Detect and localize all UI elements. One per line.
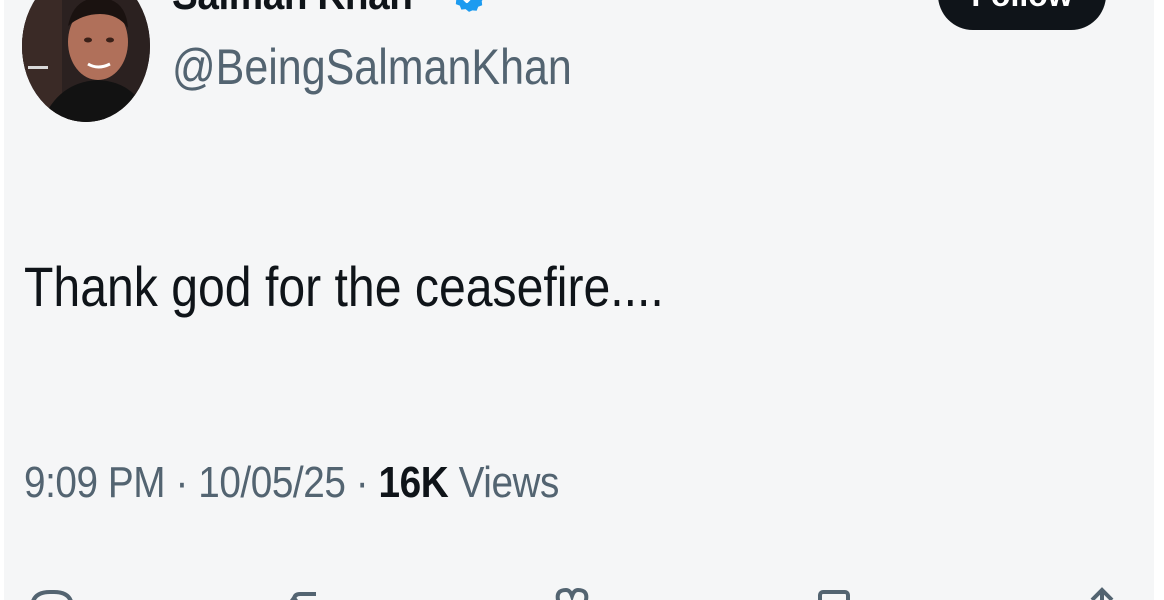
action-bar [0, 586, 1164, 600]
avatar[interactable] [22, 0, 150, 122]
follow-button[interactable]: Follow [938, 0, 1106, 30]
like-icon[interactable] [550, 586, 594, 600]
views-label: Views [458, 458, 560, 507]
tweet-time[interactable]: 9:09 PM [24, 458, 166, 507]
tweet-date[interactable]: 10/05/25 [198, 458, 346, 507]
share-icon[interactable] [1082, 586, 1122, 600]
right-edge [1154, 0, 1164, 600]
reply-icon[interactable] [28, 586, 76, 600]
retweet-icon[interactable] [286, 586, 330, 600]
bookmark-icon[interactable] [812, 586, 856, 600]
meta-separator: · [175, 458, 188, 507]
meta-separator: · [355, 458, 369, 507]
tweet-text: Thank god for the ceasefire.... [24, 255, 664, 318]
verified-badge-icon [455, 0, 483, 12]
left-edge [0, 0, 4, 600]
display-name[interactable]: Salman Khan [172, 0, 413, 20]
views-count: 16K [378, 458, 449, 507]
user-handle[interactable]: @BeingSalmanKhan [172, 38, 572, 96]
tweet-card: Salman Khan @BeingSalmanKhan Follow Than… [0, 0, 1164, 600]
tweet-metadata: 9:09 PM · 10/05/25 · 16K Views [24, 458, 559, 508]
avatar-image [22, 0, 150, 122]
